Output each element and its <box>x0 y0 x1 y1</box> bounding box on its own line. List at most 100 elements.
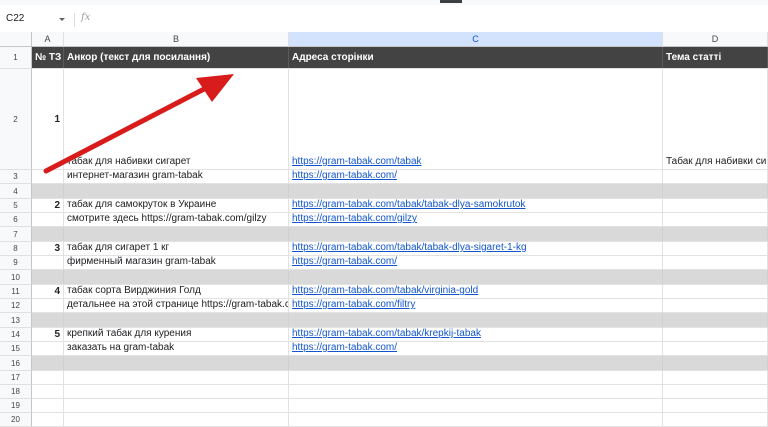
row-header-5[interactable]: 5 <box>0 199 32 213</box>
cell-b17[interactable] <box>64 371 289 384</box>
cell-d16[interactable] <box>663 356 768 370</box>
cell-d5[interactable] <box>663 199 768 212</box>
cell-a20[interactable] <box>32 413 64 426</box>
cell-d4[interactable] <box>663 184 768 198</box>
cell-d14[interactable] <box>663 328 768 341</box>
cell-d19[interactable] <box>663 399 768 412</box>
row-header-15[interactable]: 15 <box>0 342 32 356</box>
cell-d9[interactable] <box>663 256 768 269</box>
cell-d10[interactable] <box>663 270 768 284</box>
cell-d3[interactable] <box>663 170 768 183</box>
cell-b15[interactable]: заказать на gram-tabak <box>64 342 289 355</box>
cell-a13[interactable] <box>32 313 64 327</box>
cell-c4[interactable] <box>289 184 663 198</box>
cell-b11[interactable]: табак сорта Вирджиния Голд <box>64 285 289 298</box>
cell-b5[interactable]: табак для самокруток в Украине <box>64 199 289 212</box>
cell-d18[interactable] <box>663 385 768 398</box>
row-header-1[interactable]: 1 <box>0 47 32 69</box>
cell-b8[interactable]: табак для сигарет 1 кг <box>64 242 289 255</box>
cell-c17[interactable] <box>289 371 663 384</box>
row-header-6[interactable]: 6 <box>0 213 32 227</box>
cell-a7[interactable] <box>32 227 64 241</box>
column-header-d[interactable]: D <box>663 32 768 47</box>
cell-c14[interactable]: https://gram-tabak.com/tabak/krepkij-tab… <box>289 328 663 341</box>
cell-a4[interactable] <box>32 184 64 198</box>
row-header-18[interactable]: 18 <box>0 385 32 399</box>
cell-b16[interactable] <box>64 356 289 370</box>
column-header-c[interactable]: C <box>289 32 663 47</box>
cell-d2[interactable]: Табак для набивки сигарет <box>663 69 768 169</box>
cell-c11[interactable]: https://gram-tabak.com/tabak/virginia-go… <box>289 285 663 298</box>
cell-a5[interactable]: 2 <box>32 199 64 212</box>
cell-b14[interactable]: крепкий табак для курения <box>64 328 289 341</box>
row-header-19[interactable]: 19 <box>0 399 32 413</box>
cell-d11[interactable] <box>663 285 768 298</box>
cell-a12[interactable] <box>32 299 64 312</box>
cell-a17[interactable] <box>32 371 64 384</box>
row-header-17[interactable]: 17 <box>0 371 32 385</box>
cell-b10[interactable] <box>64 270 289 284</box>
name-box[interactable]: C22 <box>6 13 65 27</box>
cell-c20[interactable] <box>289 413 663 426</box>
cell-c1[interactable]: Адреса сторінки <box>289 47 663 68</box>
cell-c13[interactable] <box>289 313 663 327</box>
cell-a6[interactable] <box>32 213 64 226</box>
row-header-9[interactable]: 9 <box>0 256 32 270</box>
row-header-2[interactable]: 2 <box>0 69 32 170</box>
cell-a15[interactable] <box>32 342 64 355</box>
cell-c10[interactable] <box>289 270 663 284</box>
cell-a14[interactable]: 5 <box>32 328 64 341</box>
row-header-12[interactable]: 12 <box>0 299 32 313</box>
cell-a11[interactable]: 4 <box>32 285 64 298</box>
cell-d8[interactable] <box>663 242 768 255</box>
cell-c7[interactable] <box>289 227 663 241</box>
cell-b1[interactable]: Анкор (текст для посилання) <box>64 47 289 68</box>
row-header-20[interactable]: 20 <box>0 413 32 427</box>
column-header-b[interactable]: B <box>64 32 289 47</box>
cell-b20[interactable] <box>64 413 289 426</box>
cell-d20[interactable] <box>663 413 768 426</box>
cell-a1[interactable]: № ТЗ <box>32 47 64 68</box>
row-header-7[interactable]: 7 <box>0 227 32 242</box>
cell-d17[interactable] <box>663 371 768 384</box>
cell-c5[interactable]: https://gram-tabak.com/tabak/tabak-dlya-… <box>289 199 663 212</box>
row-header-13[interactable]: 13 <box>0 313 32 328</box>
chevron-down-icon[interactable] <box>59 18 65 21</box>
cell-d1[interactable]: Тема статті <box>663 47 768 68</box>
cell-d6[interactable] <box>663 213 768 226</box>
cell-b18[interactable] <box>64 385 289 398</box>
cell-a10[interactable] <box>32 270 64 284</box>
cell-c19[interactable] <box>289 399 663 412</box>
row-header-16[interactable]: 16 <box>0 356 32 371</box>
cell-b12[interactable]: детальнее на этой странице https://gram-… <box>64 299 289 312</box>
column-header-a[interactable]: A <box>32 32 64 47</box>
cell-b19[interactable] <box>64 399 289 412</box>
cell-b2[interactable]: табак для набивки сигарет <box>64 69 289 169</box>
cell-a18[interactable] <box>32 385 64 398</box>
cell-c16[interactable] <box>289 356 663 370</box>
cell-b3[interactable]: интернет-магазин gram-tabak <box>64 170 289 183</box>
cell-d12[interactable] <box>663 299 768 312</box>
cell-a2[interactable]: 1 <box>32 69 64 169</box>
cell-b13[interactable] <box>64 313 289 327</box>
cell-c8[interactable]: https://gram-tabak.com/tabak/tabak-dlya-… <box>289 242 663 255</box>
row-header-14[interactable]: 14 <box>0 328 32 342</box>
cell-d7[interactable] <box>663 227 768 241</box>
cell-b7[interactable] <box>64 227 289 241</box>
cell-d15[interactable] <box>663 342 768 355</box>
cell-c15[interactable]: https://gram-tabak.com/ <box>289 342 663 355</box>
cell-c3[interactable]: https://gram-tabak.com/ <box>289 170 663 183</box>
cell-a3[interactable] <box>32 170 64 183</box>
row-header-4[interactable]: 4 <box>0 184 32 199</box>
cell-c2[interactable]: https://gram-tabak.com/tabak <box>289 69 663 169</box>
select-all-corner[interactable] <box>0 32 32 47</box>
cell-d13[interactable] <box>663 313 768 327</box>
formula-input[interactable] <box>100 9 760 28</box>
cell-c18[interactable] <box>289 385 663 398</box>
row-header-11[interactable]: 11 <box>0 285 32 299</box>
cell-b6[interactable]: смотрите здесь https://gram-tabak.com/gi… <box>64 213 289 226</box>
cell-c9[interactable]: https://gram-tabak.com/ <box>289 256 663 269</box>
row-header-8[interactable]: 8 <box>0 242 32 256</box>
row-header-10[interactable]: 10 <box>0 270 32 285</box>
cell-c12[interactable]: https://gram-tabak.com/filtry <box>289 299 663 312</box>
